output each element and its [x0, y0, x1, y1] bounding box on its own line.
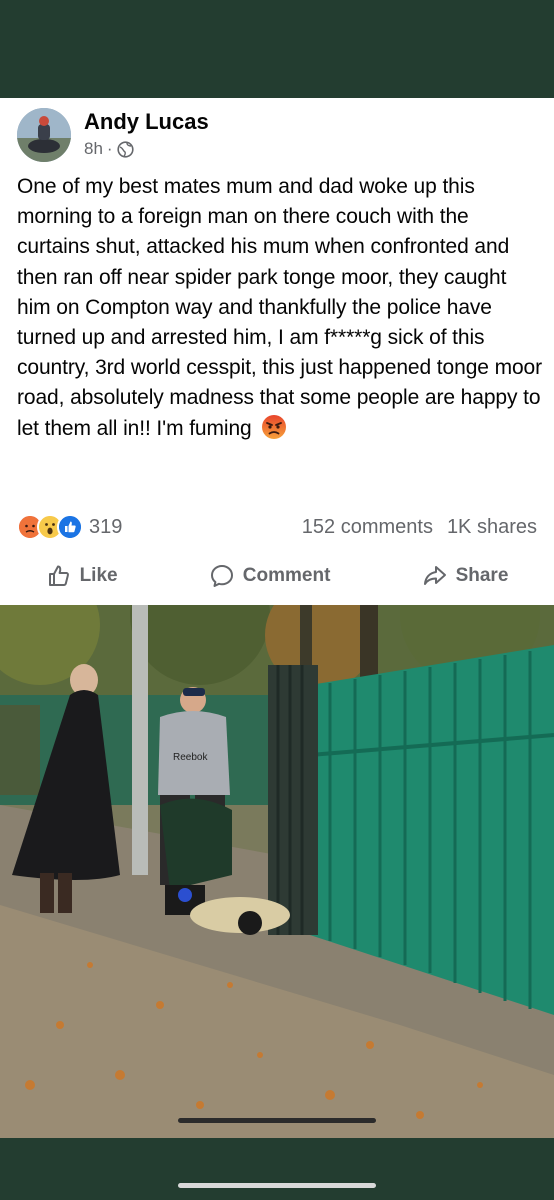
reactions-summary: 319 152 comments 1K shares	[17, 512, 537, 542]
shirt-text: Reebok	[173, 752, 208, 763]
post-time[interactable]: 8h	[84, 139, 103, 159]
author-name[interactable]: Andy Lucas	[84, 109, 209, 135]
post-body: One of my best mates mum and dad woke up…	[17, 172, 543, 444]
like-react-icon	[57, 514, 83, 540]
share-arrow-icon	[423, 566, 446, 585]
home-indicator[interactable]	[178, 1183, 376, 1188]
comment-bubble-icon	[210, 565, 233, 587]
share-button[interactable]: Share	[422, 563, 509, 589]
post-text: One of my best mates mum and dad woke up…	[17, 175, 543, 440]
top-frame	[0, 0, 554, 98]
avatar[interactable]	[17, 108, 71, 162]
thumbs-up-icon	[48, 565, 69, 586]
comment-label: Comment	[242, 565, 331, 586]
comment-count[interactable]: 152 comments	[302, 516, 433, 539]
reaction-icons[interactable]	[17, 514, 83, 540]
engagement-stats: 152 comments 1K shares	[302, 516, 537, 539]
comment-button[interactable]: Comment	[209, 563, 331, 589]
like-button[interactable]: Like	[46, 563, 118, 589]
post-meta: 8h ·	[84, 139, 134, 159]
bottom-frame	[0, 1138, 554, 1200]
angry-face-emoji	[261, 414, 287, 440]
post-card: Andy Lucas 8h · One of my best mates mum…	[0, 98, 554, 605]
reaction-count[interactable]: 319	[89, 516, 122, 539]
share-count[interactable]: 1K shares	[447, 516, 537, 539]
meta-separator: ·	[106, 139, 113, 158]
globe-icon	[116, 140, 134, 158]
action-bar: Like Comment Share	[0, 556, 554, 596]
street-photo-image[interactable]: Reebok	[0, 605, 554, 1138]
like-label: Like	[79, 565, 118, 586]
share-label: Share	[455, 565, 509, 586]
video-scrub-bar	[178, 1118, 376, 1123]
